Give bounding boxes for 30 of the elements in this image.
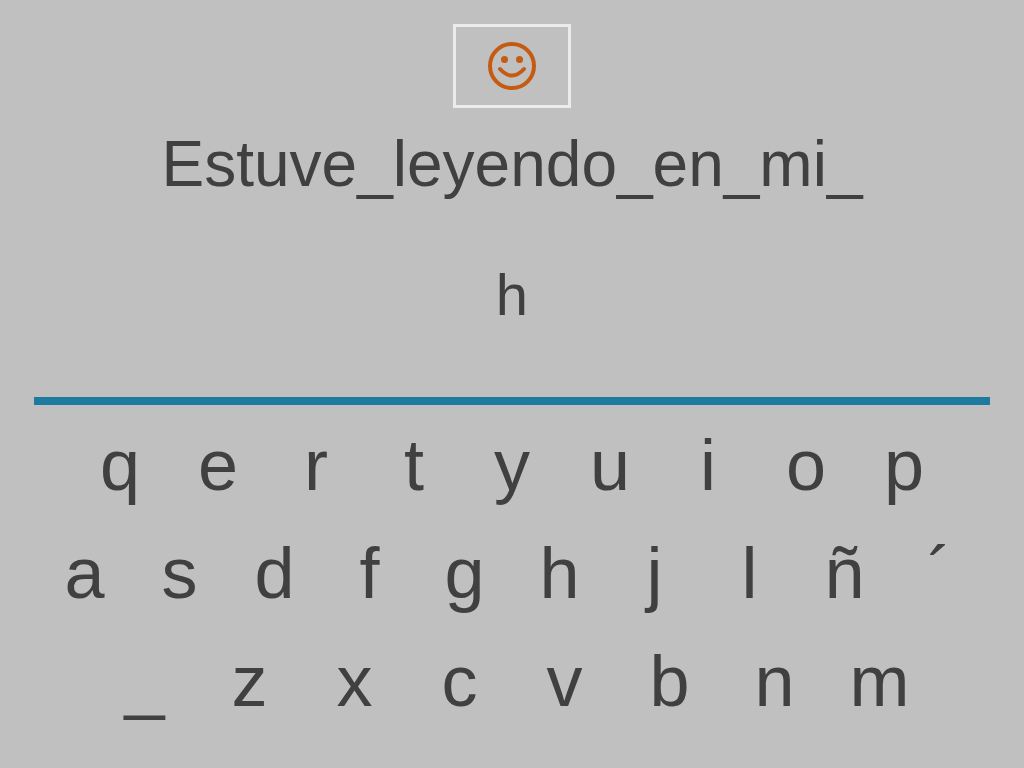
keyboard-key[interactable]: t <box>365 420 463 510</box>
keyboard-key[interactable]: d <box>227 528 322 618</box>
smiley-icon <box>486 40 538 92</box>
keyboard-key[interactable]: u <box>561 420 659 510</box>
keyboard-key[interactable]: h <box>512 528 607 618</box>
keyboard-key[interactable]: l <box>702 528 797 618</box>
keyboard-key[interactable]: ´ <box>892 528 987 618</box>
keyboard-key[interactable]: p <box>855 420 953 510</box>
keyboard-key[interactable]: m <box>827 636 932 726</box>
keyboard-key[interactable]: b <box>617 636 722 726</box>
keyboard-key[interactable]: v <box>512 636 617 726</box>
keyboard-key[interactable]: e <box>169 420 267 510</box>
keyboard-key[interactable]: ñ <box>797 528 892 618</box>
keyboard-key[interactable]: r <box>267 420 365 510</box>
keyboard-key[interactable]: _ <box>92 636 197 726</box>
keyboard-key[interactable]: f <box>322 528 417 618</box>
keyboard-key[interactable]: c <box>407 636 512 726</box>
keyboard-key[interactable]: s <box>132 528 227 618</box>
keyboard-key[interactable]: a <box>37 528 132 618</box>
answer-text: h <box>494 261 530 329</box>
keyboard-key[interactable]: g <box>417 528 512 618</box>
keyboard-key[interactable]: n <box>722 636 827 726</box>
sentence-text: Estuve_leyendo_en_mi_ <box>161 127 863 202</box>
keyboard-key[interactable]: o <box>757 420 855 510</box>
keyboard-key[interactable]: z <box>197 636 302 726</box>
keyboard-key[interactable]: j <box>607 528 702 618</box>
keyboard-key[interactable]: x <box>302 636 407 726</box>
keyboard-key[interactable]: y <box>463 420 561 510</box>
keyboard-key[interactable]: q <box>71 420 169 510</box>
keyboard-key[interactable]: i <box>659 420 757 510</box>
